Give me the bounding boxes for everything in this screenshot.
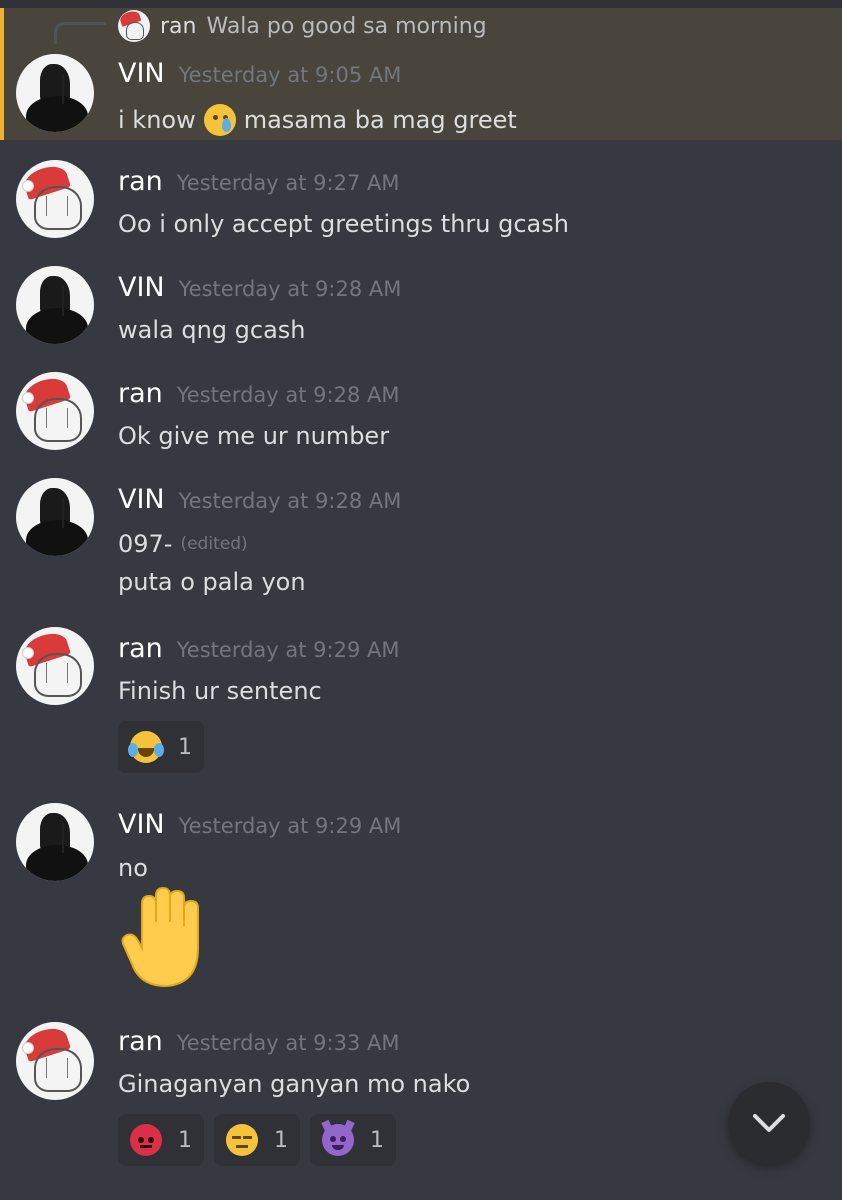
timestamp: Yesterday at 9:29 AM bbox=[176, 638, 400, 662]
message-text: no bbox=[118, 854, 148, 882]
message-header: VIN Yesterday at 9:05 AM bbox=[118, 58, 401, 89]
author-name[interactable]: ran bbox=[118, 378, 163, 409]
reply-text: Wala po good sa morning bbox=[206, 13, 487, 39]
message-text: 097- (edited) bbox=[118, 530, 248, 558]
message-header: VIN Yesterday at 9:28 AM bbox=[118, 484, 401, 515]
reaction-joy[interactable]: 1 bbox=[118, 721, 204, 773]
author-name[interactable]: ran bbox=[118, 166, 163, 197]
reply-avatar bbox=[118, 10, 150, 42]
timestamp: Yesterday at 9:27 AM bbox=[176, 171, 400, 195]
reply-author[interactable]: ran bbox=[160, 14, 196, 39]
joy-icon bbox=[128, 731, 164, 763]
message-header: ran Yesterday at 9:27 AM bbox=[118, 166, 399, 197]
timestamp: Yesterday at 9:28 AM bbox=[178, 277, 402, 301]
avatar[interactable] bbox=[16, 627, 94, 705]
message-text-part: masama ba mag greet bbox=[243, 106, 517, 134]
author-name[interactable]: VIN bbox=[118, 58, 165, 89]
message-header: VIN Yesterday at 9:28 AM bbox=[118, 272, 401, 303]
message-text-part: 097- bbox=[118, 530, 173, 558]
raised-hand-icon bbox=[121, 886, 199, 988]
chevron-down-icon bbox=[753, 1114, 785, 1132]
avatar[interactable] bbox=[16, 478, 94, 556]
angry-face-icon bbox=[130, 1124, 162, 1156]
chat-view: ran Wala po good sa morning VIN Yesterda… bbox=[0, 0, 842, 1200]
edited-label: (edited) bbox=[180, 534, 248, 554]
timestamp: Yesterday at 9:28 AM bbox=[176, 383, 400, 407]
message-text: puta o pala yon bbox=[118, 568, 306, 596]
author-name[interactable]: VIN bbox=[118, 484, 165, 515]
message-text: Oo i only accept greetings thru gcash bbox=[118, 210, 569, 238]
author-name[interactable]: VIN bbox=[118, 809, 165, 840]
message-text: i know masama ba mag greet bbox=[118, 104, 517, 136]
message-text: wala qng gcash bbox=[118, 316, 306, 344]
author-name[interactable]: VIN bbox=[118, 272, 165, 303]
timestamp: Yesterday at 9:29 AM bbox=[178, 814, 402, 838]
timestamp: Yesterday at 9:28 AM bbox=[178, 489, 402, 513]
reaction-count: 1 bbox=[178, 734, 192, 760]
message-header: ran Yesterday at 9:28 AM bbox=[118, 378, 399, 409]
scroll-to-bottom-button[interactable] bbox=[728, 1082, 810, 1164]
reaction-angry[interactable]: 1 bbox=[118, 1114, 204, 1166]
avatar[interactable] bbox=[16, 372, 94, 450]
avatar[interactable] bbox=[16, 54, 94, 132]
imp-face-icon bbox=[321, 1119, 355, 1156]
avatar[interactable] bbox=[16, 266, 94, 344]
message-text: Ok give me ur number bbox=[118, 422, 390, 450]
message-text-part: i know bbox=[118, 106, 196, 134]
avatar[interactable] bbox=[16, 803, 94, 881]
unamused-face-icon bbox=[226, 1124, 258, 1156]
reply-spine bbox=[54, 22, 106, 44]
author-name[interactable]: ran bbox=[118, 633, 163, 664]
top-bar bbox=[0, 0, 842, 8]
message-text: Finish ur sentenc bbox=[118, 677, 322, 705]
message-header: ran Yesterday at 9:33 AM bbox=[118, 1026, 399, 1057]
timestamp: Yesterday at 9:05 AM bbox=[178, 63, 402, 87]
message-header: VIN Yesterday at 9:29 AM bbox=[118, 809, 401, 840]
avatar[interactable] bbox=[16, 160, 94, 238]
timestamp: Yesterday at 9:33 AM bbox=[176, 1031, 400, 1055]
reaction-imp[interactable]: 1 bbox=[310, 1114, 396, 1166]
reaction-unamused[interactable]: 1 bbox=[214, 1114, 300, 1166]
crying-face-icon bbox=[203, 104, 236, 136]
message-text: Ginaganyan ganyan mo nako bbox=[118, 1070, 471, 1098]
reaction-count: 1 bbox=[370, 1127, 384, 1153]
reply-preview[interactable]: ran Wala po good sa morning bbox=[118, 8, 487, 44]
avatar[interactable] bbox=[16, 1022, 94, 1100]
reaction-count: 1 bbox=[274, 1127, 288, 1153]
author-name[interactable]: ran bbox=[118, 1026, 163, 1057]
reaction-count: 1 bbox=[178, 1127, 192, 1153]
message-header: ran Yesterday at 9:29 AM bbox=[118, 633, 399, 664]
